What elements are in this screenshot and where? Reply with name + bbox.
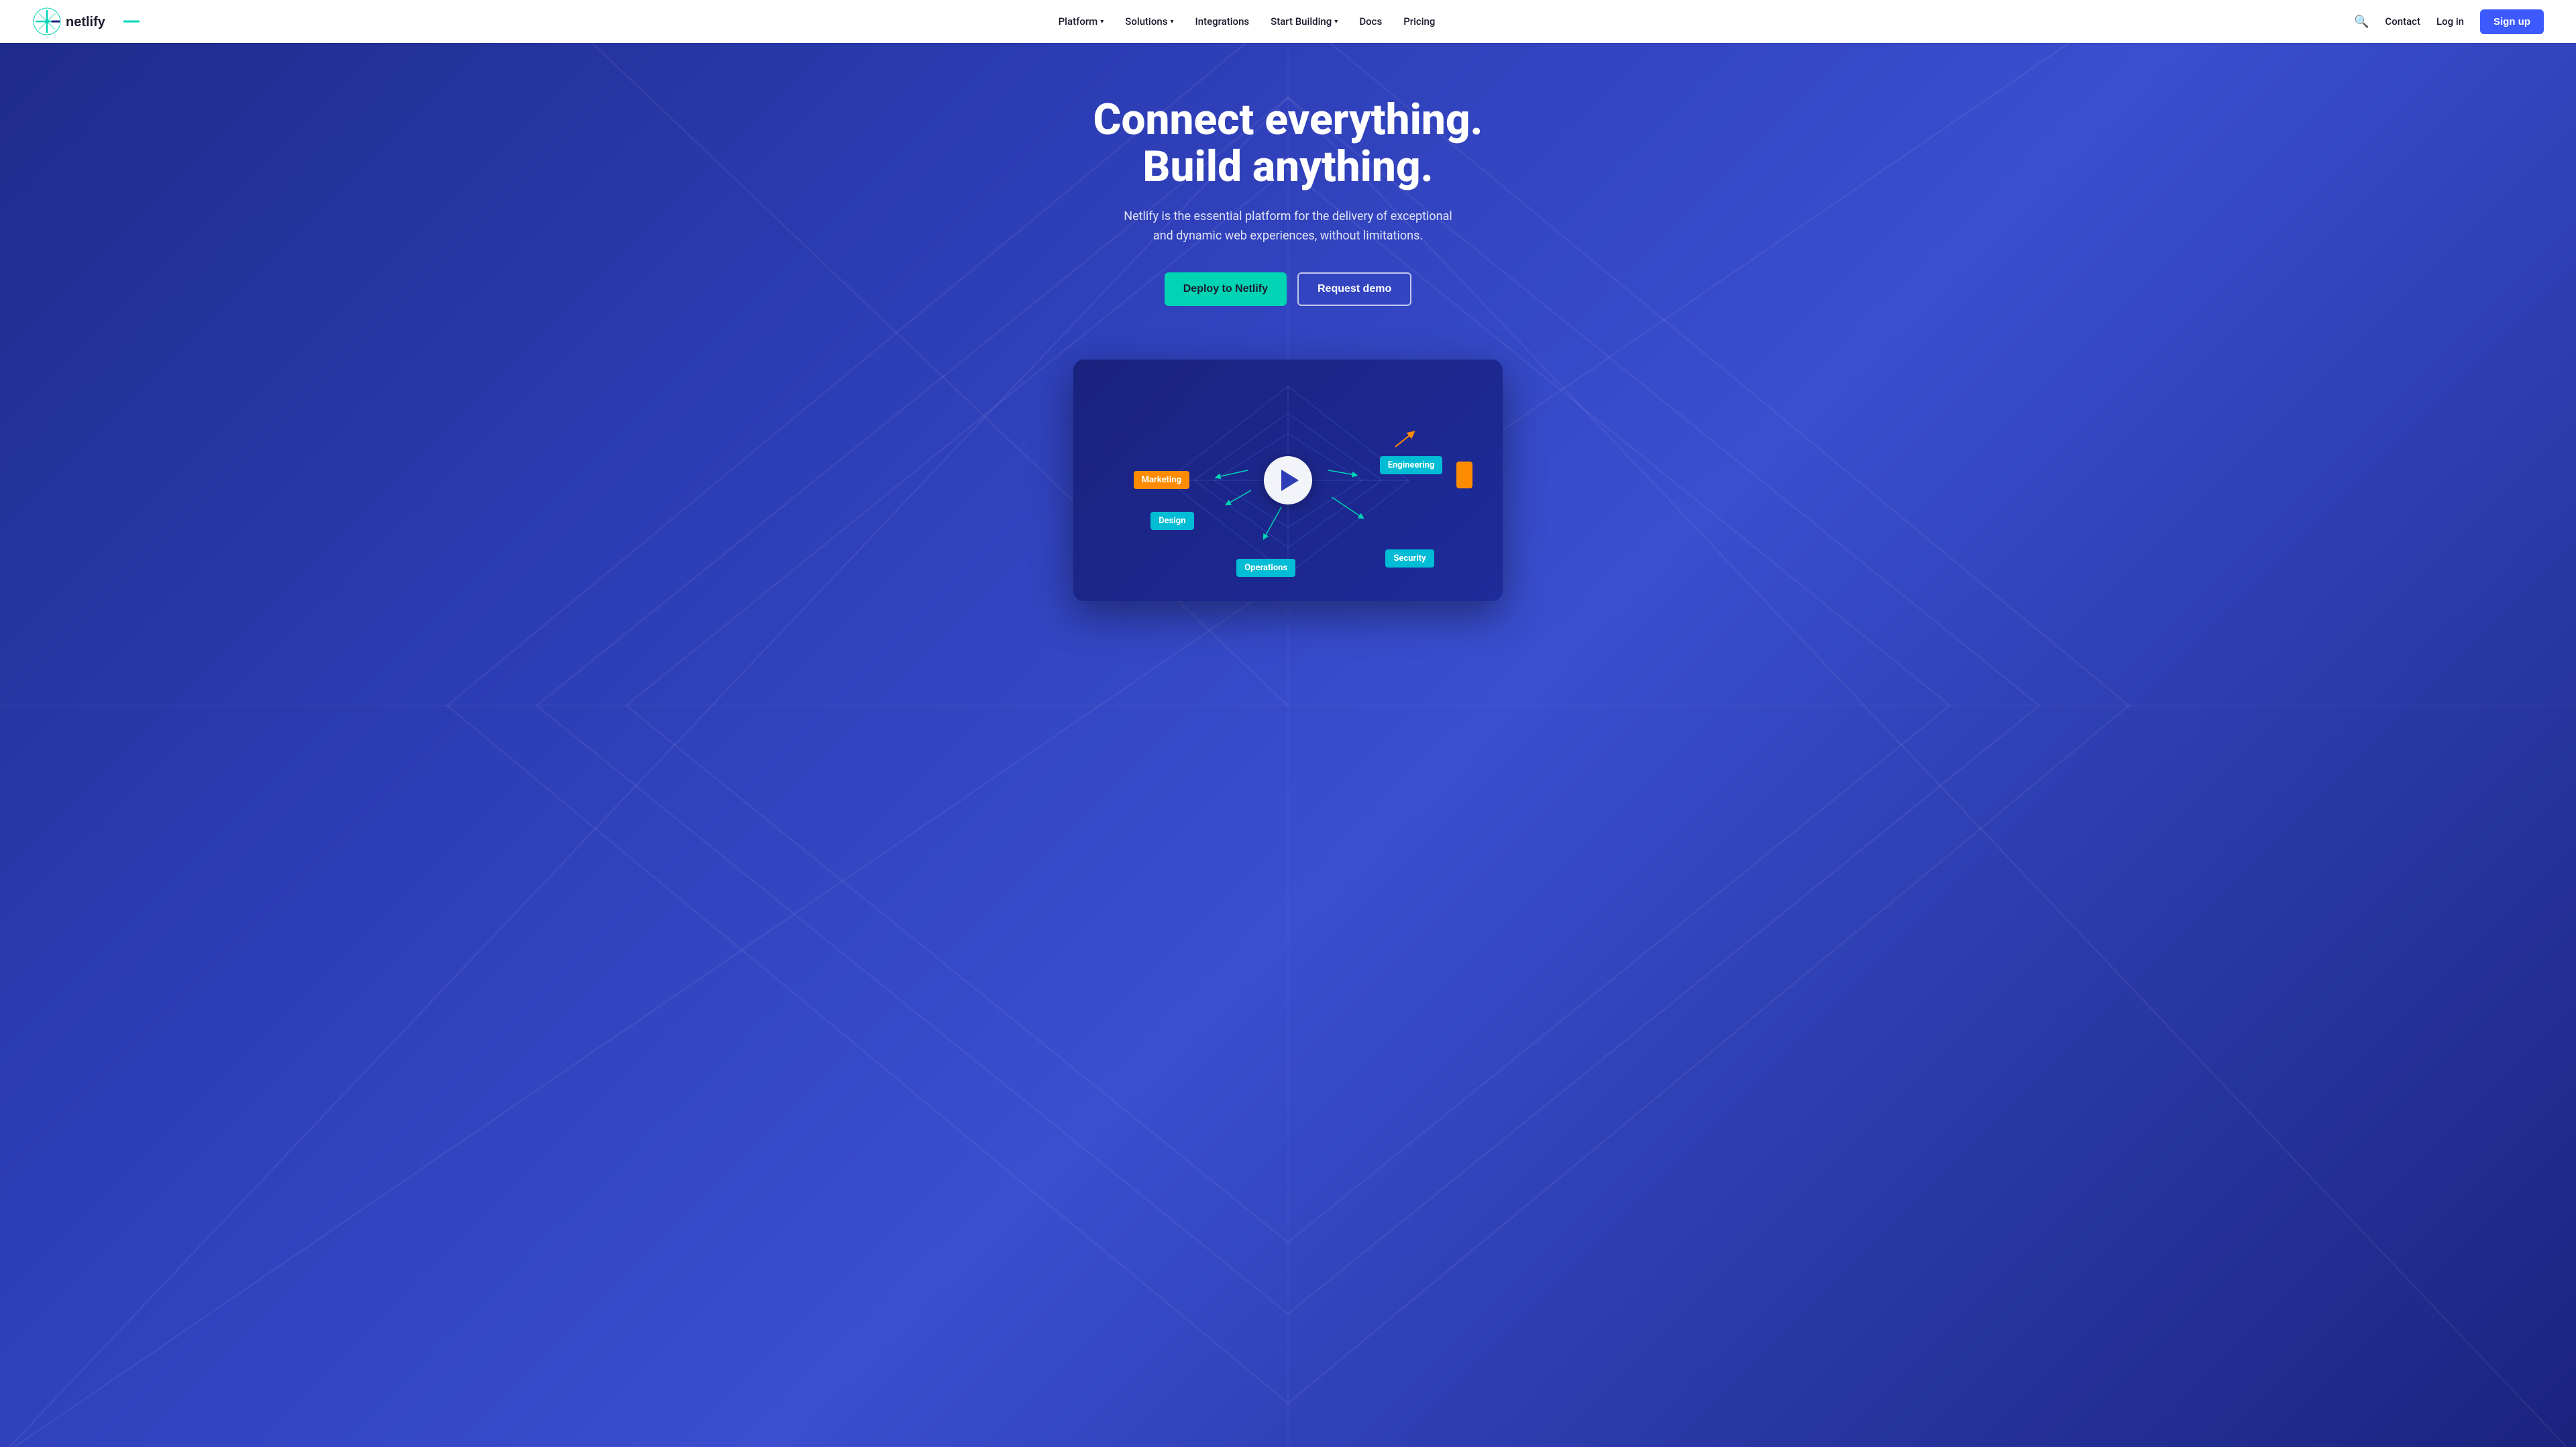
nav-links: Platform ▾ Solutions ▾ Integrations Star… — [1059, 15, 1436, 28]
hero-subtitle: Netlify is the essential platform for th… — [1114, 207, 1462, 246]
accent-bar — [1456, 462, 1472, 488]
nav-solutions[interactable]: Solutions ▾ — [1125, 15, 1173, 28]
logo[interactable]: netlify — [32, 7, 140, 36]
hero-ctas: Deploy to Netlify Request demo — [1165, 272, 1411, 306]
nav-right: 🔍 Contact Log in Sign up — [2354, 9, 2544, 34]
nav-docs[interactable]: Docs — [1359, 15, 1382, 28]
svg-text:netlify: netlify — [66, 15, 106, 30]
search-icon[interactable]: 🔍 — [2354, 15, 2369, 29]
nav-start-building[interactable]: Start Building ▾ — [1271, 15, 1338, 28]
play-button[interactable] — [1264, 456, 1312, 504]
chevron-down-icon: ▾ — [1170, 18, 1173, 25]
navbar: netlify Platform ▾ Solutions ▾ Integrati… — [0, 0, 2576, 43]
video-card: Marketing Engineering Design Security Op… — [1073, 360, 1503, 601]
nav-contact[interactable]: Contact — [2385, 15, 2420, 28]
play-icon — [1281, 470, 1299, 491]
nav-login[interactable]: Log in — [2436, 15, 2464, 28]
hero-content: Connect everything. Build anything. Netl… — [1077, 43, 1499, 333]
nav-platform[interactable]: Platform ▾ — [1059, 15, 1104, 28]
request-demo-button[interactable]: Request demo — [1297, 272, 1411, 306]
signup-button[interactable]: Sign up — [2480, 9, 2544, 34]
video-inner: Marketing Engineering Design Security Op… — [1073, 360, 1503, 601]
label-design: Design — [1150, 512, 1193, 530]
label-marketing: Marketing — [1134, 471, 1190, 489]
label-security: Security — [1385, 549, 1434, 568]
label-engineering: Engineering — [1380, 456, 1443, 474]
hero-section: Connect everything. Build anything. Netl… — [0, 0, 2576, 1447]
chevron-down-icon: ▾ — [1334, 18, 1338, 25]
chevron-down-icon: ▾ — [1100, 18, 1104, 25]
nav-integrations[interactable]: Integrations — [1195, 15, 1249, 28]
hero-title: Connect everything. Build anything. — [1093, 97, 1483, 191]
nav-pricing[interactable]: Pricing — [1403, 15, 1435, 28]
label-operations: Operations — [1236, 559, 1295, 577]
deploy-button[interactable]: Deploy to Netlify — [1165, 272, 1287, 306]
